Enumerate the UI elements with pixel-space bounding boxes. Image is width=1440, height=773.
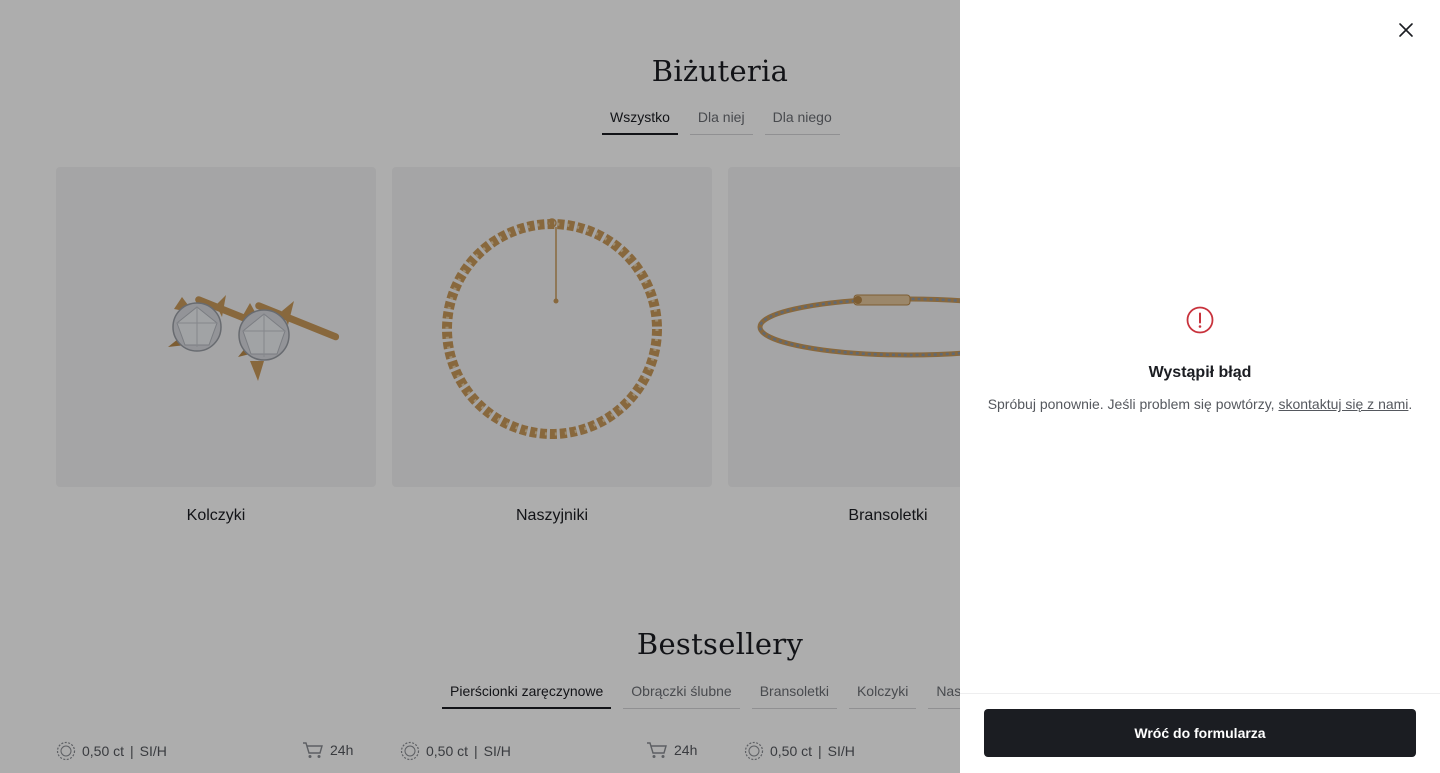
error-message-text: Spróbuj ponownie. Jeśli problem się powt…	[987, 396, 1279, 412]
back-to-form-button[interactable]: Wróć do formularza	[984, 709, 1416, 757]
error-message: Spróbuj ponownie. Jeśli problem się powt…	[960, 396, 1440, 412]
contact-link[interactable]: skontaktuj się z nami	[1278, 396, 1408, 412]
error-drawer	[960, 0, 1440, 773]
error-title: Wystąpił błąd	[1148, 364, 1252, 381]
error-message-end: .	[1408, 396, 1413, 412]
close-icon[interactable]	[1394, 18, 1418, 42]
exclamation-circle-icon	[1186, 306, 1214, 334]
